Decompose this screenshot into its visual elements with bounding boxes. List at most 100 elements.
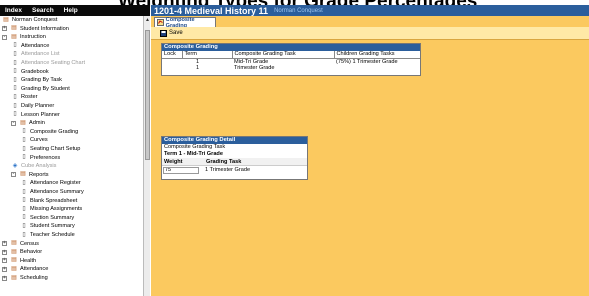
- column-header-children-tasks[interactable]: Children Grading Tasks: [334, 51, 420, 59]
- page-icon: ▯: [22, 154, 26, 161]
- column-header-composite-task[interactable]: Composite Grading Task: [232, 51, 335, 59]
- folder-icon: ▤: [11, 257, 17, 264]
- weight-input[interactable]: [163, 166, 199, 174]
- nav-search[interactable]: Search: [29, 7, 57, 14]
- tree-item-label: Attendance: [20, 266, 49, 273]
- tree-item[interactable]: ▯ Student Summary: [20, 222, 75, 230]
- tree-item[interactable]: ▯ Attendance Register: [20, 179, 80, 187]
- scrollbar-thumb[interactable]: [145, 30, 150, 160]
- tree-item[interactable]: + ▤ Scheduling: [2, 274, 48, 282]
- expand-icon[interactable]: +: [2, 249, 7, 255]
- tree-item-label: Attendance List: [21, 51, 60, 58]
- tree-item[interactable]: + ▤ Behavior: [2, 248, 42, 256]
- tab-composite-grading[interactable]: Composite Grading: [154, 17, 216, 29]
- composite-grading-detail-panel: Composite Grading Detail Composite Gradi…: [161, 136, 308, 180]
- tree-item[interactable]: ▤ Norman Conquest: [2, 16, 57, 24]
- tree-item[interactable]: ◈ Cube Analysis: [11, 162, 57, 170]
- panel-title: Composite Grading: [162, 44, 420, 51]
- folder-icon: ▤: [11, 240, 17, 247]
- tree-item-label: Scheduling: [20, 275, 48, 281]
- collapse-icon[interactable]: -: [11, 120, 16, 126]
- tree-item-label: Seating Chart Setup: [30, 146, 81, 152]
- tree-item[interactable]: ▯ Curves: [20, 136, 47, 144]
- cell-lock: [162, 65, 182, 71]
- tree-item[interactable]: ▯ Gradebook: [11, 68, 48, 76]
- navigation-tree: ▤ Norman Conquest + ▤ Student Information - ▤ I…: [0, 16, 143, 296]
- page-icon: ▯: [22, 205, 26, 212]
- column-header-term[interactable]: Term: [182, 51, 233, 59]
- folder-icon: ▤: [20, 171, 26, 178]
- tree-item-label: Blank Spreadsheet: [30, 197, 78, 204]
- page-icon: ▯: [22, 128, 26, 135]
- course-subtitle: Norman Conquest: [274, 7, 323, 14]
- expand-icon[interactable]: +: [2, 275, 7, 281]
- nav-index[interactable]: Index: [2, 7, 25, 14]
- tree-item[interactable]: + ▤ Health: [2, 257, 36, 265]
- expand-icon[interactable]: +: [2, 26, 7, 32]
- tree-item[interactable]: + ▤ Attendance: [2, 265, 48, 273]
- cell-term: 1: [196, 64, 200, 71]
- tree-item[interactable]: ▯ Attendance Summary: [20, 188, 83, 196]
- scroll-up-arrow-icon[interactable]: ▲: [145, 17, 150, 23]
- tree-item-label: Census: [20, 240, 39, 247]
- cell-children-tasks: [334, 65, 420, 71]
- grading-task-column-header: Grading Task: [206, 158, 242, 165]
- tree-item[interactable]: ▯ Lesson Planner: [11, 111, 60, 119]
- navigation-panel: Index Search Help ▤ Norman Conquest + ▤ Stud…: [0, 5, 150, 296]
- tree-item[interactable]: - ▤ Instruction: [2, 33, 46, 41]
- column-header-lock[interactable]: Lock: [162, 51, 183, 59]
- expand-icon[interactable]: +: [2, 258, 7, 264]
- tree-scrollbar[interactable]: ▲: [143, 16, 150, 296]
- folder-icon: ▤: [20, 119, 26, 126]
- tree-item-label: Preferences: [30, 154, 61, 161]
- tree-item[interactable]: ▯ Blank Spreadsheet: [20, 197, 77, 205]
- tree-item[interactable]: ▯ Seating Chart Setup: [20, 145, 80, 153]
- save-button[interactable]: Save: [169, 30, 183, 36]
- tree-item-label: Roster: [21, 94, 38, 101]
- folder-icon: ▤: [3, 16, 9, 23]
- tree-item[interactable]: ▯ Attendance Seating Chart: [11, 59, 85, 67]
- composite-grading-panel: Composite Grading Lock Term Composite Gr…: [161, 43, 421, 76]
- nav-help[interactable]: Help: [61, 7, 81, 14]
- tree-item[interactable]: ▯ Section Summary: [20, 214, 74, 222]
- folder-icon: ▤: [11, 248, 17, 255]
- tree-item[interactable]: ▯ Missing Assignments: [20, 205, 82, 213]
- table-row[interactable]: 1 Trimester Grade: [162, 65, 420, 71]
- tree-item[interactable]: + ▤ Student Information: [2, 25, 69, 33]
- tree-item[interactable]: + ▤ Census: [2, 240, 39, 248]
- collapse-icon[interactable]: -: [2, 34, 7, 40]
- composite-grading-icon: [157, 19, 164, 26]
- tree-item-label: Composite Grading: [30, 128, 79, 135]
- page-icon: ▯: [13, 93, 17, 100]
- tree-item[interactable]: ▯ Attendance List: [11, 50, 60, 58]
- tree-item[interactable]: - ▤ Admin: [11, 119, 45, 127]
- composite-grading-table: Lock Term Composite Grading Task Childre…: [162, 51, 420, 71]
- tree-item[interactable]: ▯ Roster: [11, 93, 37, 101]
- tree-item[interactable]: - ▤ Reports: [11, 171, 49, 179]
- expand-icon[interactable]: +: [2, 241, 7, 247]
- tree-item-label: Health: [20, 257, 37, 264]
- tree-item-label: Missing Assignments: [30, 206, 83, 213]
- tree-item[interactable]: ▯ Grading By Task: [11, 76, 62, 84]
- collapse-icon[interactable]: -: [11, 172, 16, 178]
- tree-item-label: Student Summary: [30, 223, 75, 230]
- tree-item-label: Cube Analysis: [21, 163, 57, 170]
- tree-item[interactable]: ▯ Composite Grading: [20, 128, 78, 136]
- tree-item-label: Daily Planner: [21, 103, 55, 109]
- tree-item[interactable]: ▯ Teacher Schedule: [20, 231, 74, 239]
- tree-item-label: Attendance: [21, 42, 50, 49]
- folder-icon: ▤: [11, 25, 17, 32]
- tree-item[interactable]: ▯ Preferences: [20, 154, 60, 162]
- page-icon: ▯: [13, 85, 17, 92]
- detail-task-label: Composite Grading Task: [164, 144, 226, 150]
- page-icon: ▯: [22, 145, 26, 152]
- tree-item[interactable]: ▯ Grading By Student: [11, 85, 69, 93]
- expand-icon[interactable]: +: [2, 266, 7, 272]
- detail-row: 1 Trimester Grade: [162, 166, 307, 174]
- page-icon: ▯: [13, 68, 17, 75]
- save-icon[interactable]: [160, 29, 167, 37]
- toolbar: Save: [151, 27, 589, 40]
- detail-title: Composite Grading Detail: [162, 137, 307, 144]
- tree-item[interactable]: ▯ Attendance: [11, 42, 49, 50]
- tree-item[interactable]: ▯ Daily Planner: [11, 102, 54, 110]
